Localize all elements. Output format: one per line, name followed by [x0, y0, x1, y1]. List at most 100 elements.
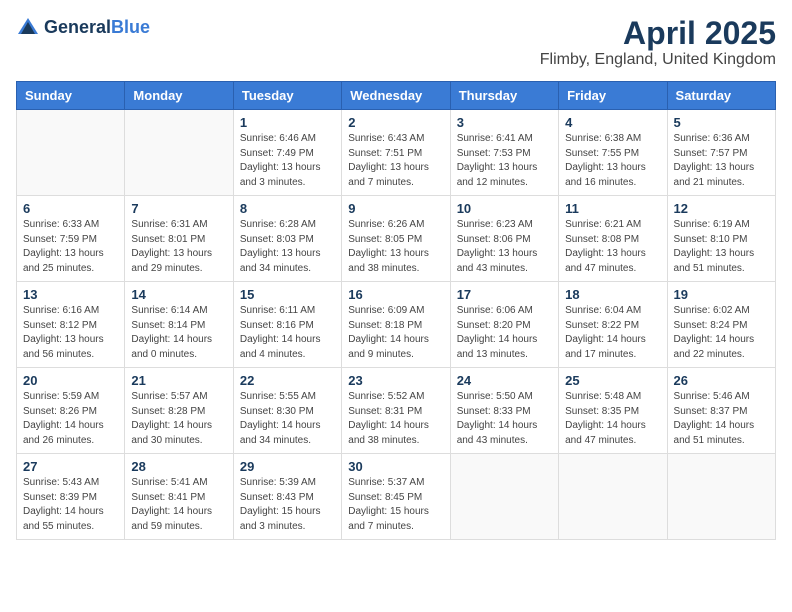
calendar-week-row: 20 Sunrise: 5:59 AM Sunset: 8:26 PM Dayli…: [17, 368, 776, 454]
day-number: 22: [240, 373, 335, 388]
day-info: Sunrise: 6:41 AM Sunset: 7:53 PM Dayligh…: [457, 132, 552, 190]
calendar-cell: 30Sunrise: 5:37 AM Sunset: 8:45 PM Dayli…: [342, 454, 450, 540]
day-number: 15: [240, 287, 335, 302]
day-number: 27: [23, 459, 118, 474]
calendar-cell: [450, 454, 558, 540]
day-info: Sunrise: 6:14 AM Sunset: 8:14 PM Dayligh…: [131, 304, 226, 362]
day-info: Sunrise: 6:19 AM Sunset: 8:10 PM Dayligh…: [674, 218, 769, 276]
calendar-cell: 6 Sunrise: 6:33 AM Sunset: 7:59 PM Daylig…: [17, 196, 125, 282]
logo-text-general: General: [44, 17, 111, 37]
calendar-cell: 2 Sunrise: 6:43 AM Sunset: 7:51 PM Daylig…: [342, 110, 450, 196]
day-info: Sunrise: 6:21 AM Sunset: 8:08 PM Dayligh…: [565, 218, 660, 276]
calendar-cell: 13 Sunrise: 6:16 AM Sunset: 8:12 PM Dayli…: [17, 282, 125, 368]
day-number: 7: [131, 201, 226, 216]
calendar-cell: 24Sunrise: 5:50 AM Sunset: 8:33 PM Dayli…: [450, 368, 558, 454]
calendar-cell: 26 Sunrise: 5:46 AM Sunset: 8:37 PM Dayli…: [667, 368, 775, 454]
weekday-header-wednesday: Wednesday: [342, 82, 450, 110]
calendar-cell: 14 Sunrise: 6:14 AM Sunset: 8:14 PM Dayli…: [125, 282, 233, 368]
calendar-week-row: 6 Sunrise: 6:33 AM Sunset: 7:59 PM Daylig…: [17, 196, 776, 282]
day-info: Sunrise: 6:02 AM Sunset: 8:24 PM Dayligh…: [674, 304, 769, 362]
day-info: Sunrise: 5:57 AM Sunset: 8:28 PM Dayligh…: [131, 390, 226, 448]
day-number: 1: [240, 115, 335, 130]
calendar-cell: [667, 454, 775, 540]
calendar-cell: [125, 110, 233, 196]
day-number: 20: [23, 373, 118, 388]
title-block: April 2025 Flimby, England, United Kingd…: [540, 16, 776, 69]
calendar-cell: 9 Sunrise: 6:26 AM Sunset: 8:05 PM Daylig…: [342, 196, 450, 282]
weekday-header-tuesday: Tuesday: [233, 82, 341, 110]
calendar-cell: 29Sunrise: 5:39 AM Sunset: 8:43 PM Dayli…: [233, 454, 341, 540]
day-number: 23: [348, 373, 443, 388]
calendar-cell: 5 Sunrise: 6:36 AM Sunset: 7:57 PM Daylig…: [667, 110, 775, 196]
day-number: 16: [348, 287, 443, 302]
day-info: Sunrise: 5:39 AM Sunset: 8:43 PM Dayligh…: [240, 476, 335, 534]
weekday-header-thursday: Thursday: [450, 82, 558, 110]
day-info: Sunrise: 5:59 AM Sunset: 8:26 PM Dayligh…: [23, 390, 118, 448]
logo-icon: [16, 16, 40, 40]
logo-text-blue: Blue: [111, 17, 150, 37]
day-number: 14: [131, 287, 226, 302]
weekday-header-monday: Monday: [125, 82, 233, 110]
day-number: 24: [457, 373, 552, 388]
calendar-cell: 16 Sunrise: 6:09 AM Sunset: 8:18 PM Dayli…: [342, 282, 450, 368]
day-number: 21: [131, 373, 226, 388]
day-number: 8: [240, 201, 335, 216]
day-info: Sunrise: 6:46 AM Sunset: 7:49 PM Dayligh…: [240, 132, 335, 190]
day-info: Sunrise: 5:48 AM Sunset: 8:35 PM Dayligh…: [565, 390, 660, 448]
day-number: 26: [674, 373, 769, 388]
day-number: 12: [674, 201, 769, 216]
day-info: Sunrise: 6:23 AM Sunset: 8:06 PM Dayligh…: [457, 218, 552, 276]
day-info: Sunrise: 6:43 AM Sunset: 7:51 PM Dayligh…: [348, 132, 443, 190]
day-number: 25: [565, 373, 660, 388]
calendar-week-row: 1 Sunrise: 6:46 AM Sunset: 7:49 PM Daylig…: [17, 110, 776, 196]
day-info: Sunrise: 6:16 AM Sunset: 8:12 PM Dayligh…: [23, 304, 118, 362]
calendar-cell: 17 Sunrise: 6:06 AM Sunset: 8:20 PM Dayli…: [450, 282, 558, 368]
calendar-cell: 3Sunrise: 6:41 AM Sunset: 7:53 PM Daylig…: [450, 110, 558, 196]
day-info: Sunrise: 6:06 AM Sunset: 8:20 PM Dayligh…: [457, 304, 552, 362]
day-number: 19: [674, 287, 769, 302]
calendar-cell: [559, 454, 667, 540]
day-info: Sunrise: 6:26 AM Sunset: 8:05 PM Dayligh…: [348, 218, 443, 276]
day-info: Sunrise: 6:38 AM Sunset: 7:55 PM Dayligh…: [565, 132, 660, 190]
day-number: 9: [348, 201, 443, 216]
calendar-cell: 4 Sunrise: 6:38 AM Sunset: 7:55 PM Daylig…: [559, 110, 667, 196]
weekday-header-sunday: Sunday: [17, 82, 125, 110]
weekday-header-row: SundayMondayTuesdayWednesdayThursdayFrid…: [17, 82, 776, 110]
calendar-cell: 10Sunrise: 6:23 AM Sunset: 8:06 PM Dayli…: [450, 196, 558, 282]
calendar-cell: 15 Sunrise: 6:11 AM Sunset: 8:16 PM Dayli…: [233, 282, 341, 368]
calendar-week-row: 27 Sunrise: 5:43 AM Sunset: 8:39 PM Dayli…: [17, 454, 776, 540]
day-info: Sunrise: 5:46 AM Sunset: 8:37 PM Dayligh…: [674, 390, 769, 448]
day-number: 5: [674, 115, 769, 130]
day-number: 4: [565, 115, 660, 130]
calendar-cell: 8 Sunrise: 6:28 AM Sunset: 8:03 PM Daylig…: [233, 196, 341, 282]
calendar-cell: 27 Sunrise: 5:43 AM Sunset: 8:39 PM Dayli…: [17, 454, 125, 540]
day-info: Sunrise: 5:43 AM Sunset: 8:39 PM Dayligh…: [23, 476, 118, 534]
calendar-week-row: 13 Sunrise: 6:16 AM Sunset: 8:12 PM Dayli…: [17, 282, 776, 368]
day-number: 2: [348, 115, 443, 130]
day-number: 17: [457, 287, 552, 302]
calendar-cell: 1 Sunrise: 6:46 AM Sunset: 7:49 PM Daylig…: [233, 110, 341, 196]
day-number: 13: [23, 287, 118, 302]
logo: GeneralBlue: [16, 16, 150, 40]
day-info: Sunrise: 6:09 AM Sunset: 8:18 PM Dayligh…: [348, 304, 443, 362]
day-info: Sunrise: 6:33 AM Sunset: 7:59 PM Dayligh…: [23, 218, 118, 276]
day-info: Sunrise: 6:36 AM Sunset: 7:57 PM Dayligh…: [674, 132, 769, 190]
weekday-header-saturday: Saturday: [667, 82, 775, 110]
day-info: Sunrise: 6:11 AM Sunset: 8:16 PM Dayligh…: [240, 304, 335, 362]
day-info: Sunrise: 5:41 AM Sunset: 8:41 PM Dayligh…: [131, 476, 226, 534]
day-info: Sunrise: 5:52 AM Sunset: 8:31 PM Dayligh…: [348, 390, 443, 448]
day-number: 11: [565, 201, 660, 216]
calendar-table: SundayMondayTuesdayWednesdayThursdayFrid…: [16, 81, 776, 540]
calendar-cell: 19 Sunrise: 6:02 AM Sunset: 8:24 PM Dayli…: [667, 282, 775, 368]
day-number: 6: [23, 201, 118, 216]
calendar-cell: 22 Sunrise: 5:55 AM Sunset: 8:30 PM Dayli…: [233, 368, 341, 454]
day-info: Sunrise: 6:28 AM Sunset: 8:03 PM Dayligh…: [240, 218, 335, 276]
calendar-cell: 7 Sunrise: 6:31 AM Sunset: 8:01 PM Daylig…: [125, 196, 233, 282]
day-number: 30: [348, 459, 443, 474]
day-info: Sunrise: 6:31 AM Sunset: 8:01 PM Dayligh…: [131, 218, 226, 276]
calendar-cell: 21 Sunrise: 5:57 AM Sunset: 8:28 PM Dayli…: [125, 368, 233, 454]
calendar-cell: 12 Sunrise: 6:19 AM Sunset: 8:10 PM Dayli…: [667, 196, 775, 282]
day-number: 18: [565, 287, 660, 302]
day-info: Sunrise: 6:04 AM Sunset: 8:22 PM Dayligh…: [565, 304, 660, 362]
day-info: Sunrise: 5:55 AM Sunset: 8:30 PM Dayligh…: [240, 390, 335, 448]
